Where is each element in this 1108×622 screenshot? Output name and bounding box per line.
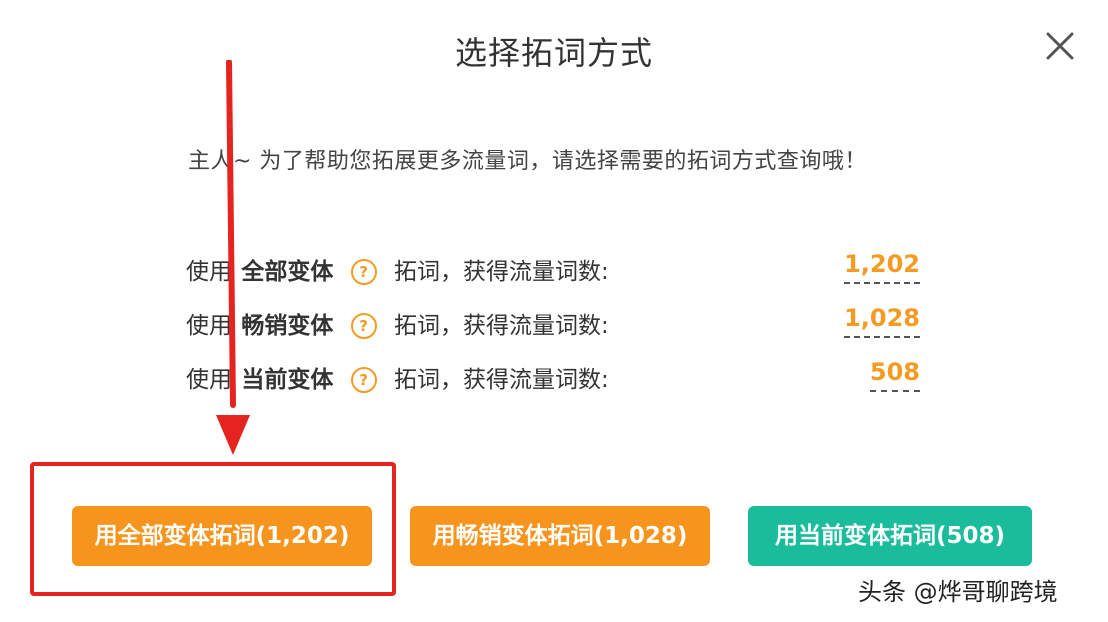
option-suffix: 拓词，获得流量词数: <box>393 313 609 339</box>
dialog-intro-text: 主人~ 为了帮助您拓展更多流量词，请选择需要的拓词方式查询哦！ <box>188 149 867 174</box>
annotation-arrow-icon <box>216 60 250 455</box>
annotation-highlight-box <box>30 462 396 596</box>
help-icon[interactable]: ? <box>350 313 377 339</box>
expand-bestseller-variants-button[interactable]: 用畅销变体拓词(1,028) <box>410 506 710 566</box>
expand-current-variant-button[interactable]: 用当前变体拓词(508) <box>748 506 1032 566</box>
close-icon <box>1046 32 1074 60</box>
watermark: 头条 @烨哥聊跨境 <box>858 578 1058 606</box>
help-icon[interactable]: ? <box>350 259 377 285</box>
option-row-bestseller-variants: 使用 畅销变体 ? 拓词，获得流量词数: 1,028 <box>186 302 920 342</box>
close-button[interactable] <box>1040 26 1080 66</box>
option-count[interactable]: 508 <box>869 358 920 392</box>
option-count[interactable]: 1,028 <box>844 304 920 338</box>
dialog-title: 选择拓词方式 <box>454 34 653 72</box>
option-row-current-variant: 使用 当前变体 ? 拓词，获得流量词数: 508 <box>186 356 920 396</box>
option-suffix: 拓词，获得流量词数: <box>393 367 609 393</box>
option-suffix: 拓词，获得流量词数: <box>393 259 609 285</box>
option-count[interactable]: 1,202 <box>844 250 920 284</box>
select-expansion-method-dialog: 选择拓词方式 主人~ 为了帮助您拓展更多流量词，请选择需要的拓词方式查询哦！ 使… <box>0 0 1108 622</box>
option-row-all-variants: 使用 全部变体 ? 拓词，获得流量词数: 1,202 <box>186 248 920 288</box>
help-icon[interactable]: ? <box>350 367 377 393</box>
